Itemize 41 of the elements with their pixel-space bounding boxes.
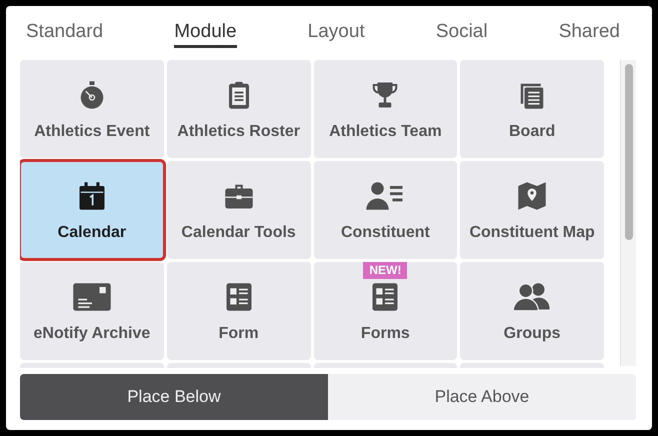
module-label: Forms	[360, 324, 410, 344]
module-label: eNotify Archive	[33, 324, 150, 344]
module-label: Athletics Team	[329, 122, 442, 142]
person-list-icon	[366, 181, 404, 211]
module-tile[interactable]: Constituent Map	[460, 161, 604, 259]
module-tile[interactable]: eNotify Archive	[20, 262, 164, 360]
trophy-icon	[370, 80, 400, 110]
card-icon	[72, 282, 111, 312]
module-tile[interactable]: Form	[166, 262, 310, 360]
module-tile[interactable]: Groups	[460, 262, 604, 360]
placement-toggle[interactable]: Place Below	[20, 374, 328, 420]
tab[interactable]: Social	[436, 18, 488, 48]
tab[interactable]: Standard	[26, 18, 104, 48]
module-tile[interactable]: Calendar	[20, 161, 164, 259]
module-label: Form	[218, 324, 259, 344]
module-label: Constituent Map	[469, 223, 595, 243]
form-icon	[370, 282, 400, 312]
scrollbar[interactable]	[620, 60, 636, 366]
module-label: Athletics Event	[34, 122, 150, 142]
module-tile[interactable]: Athletics Team	[314, 60, 458, 158]
module-label: Groups	[504, 324, 561, 344]
module-tile[interactable]: NEW! Forms	[314, 262, 458, 360]
module-label: Constituent	[340, 223, 430, 243]
module-label: Calendar	[58, 223, 126, 243]
module-label: Calendar Tools	[181, 223, 296, 243]
tab[interactable]: Module	[174, 18, 237, 48]
module-tile[interactable]: Calendar Tools	[166, 161, 310, 259]
module-tile[interactable]: Athletics Roster	[166, 60, 310, 158]
tab[interactable]: Layout	[308, 18, 365, 48]
map-pin-icon	[517, 181, 548, 211]
tab[interactable]: Shared	[558, 18, 620, 48]
people-icon	[513, 282, 552, 312]
module-tile[interactable]: Constituent	[314, 161, 458, 259]
module-tile[interactable]: Athletics Event	[20, 60, 164, 158]
new-badge: NEW!	[363, 262, 408, 279]
scrollbar-thumb[interactable]	[624, 64, 632, 240]
form-icon	[224, 282, 254, 312]
module-label: Athletics Roster	[177, 122, 300, 142]
module-tile[interactable]: Board	[460, 60, 604, 158]
module-label: Board	[509, 122, 556, 142]
calendar-icon	[76, 181, 107, 211]
